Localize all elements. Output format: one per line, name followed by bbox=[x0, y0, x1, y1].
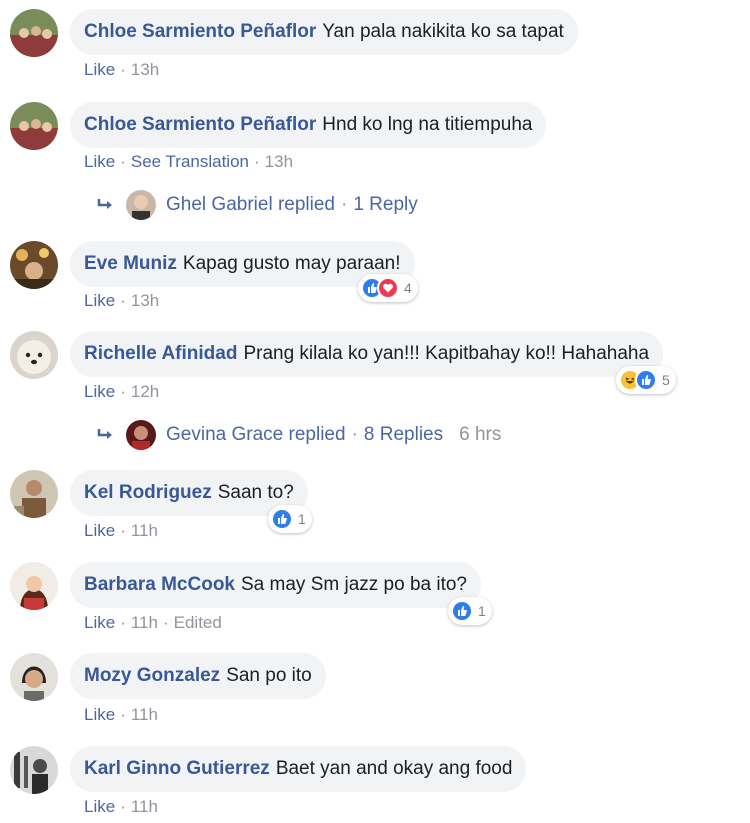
like-icon bbox=[271, 508, 293, 530]
avatar[interactable] bbox=[10, 9, 58, 57]
reply-time: 6 hrs bbox=[459, 424, 502, 445]
like-icon bbox=[451, 600, 473, 622]
reply-author[interactable]: Ghel Gabriel bbox=[166, 194, 273, 216]
like-link[interactable]: Like bbox=[84, 60, 115, 79]
like-link[interactable]: Like bbox=[84, 521, 115, 540]
reaction-count: 1 bbox=[298, 511, 306, 527]
like-link[interactable]: Like bbox=[84, 152, 115, 171]
comment-author[interactable]: Richelle Afinidad bbox=[84, 343, 237, 365]
comment-actions: Like · 13h bbox=[84, 60, 160, 79]
comment-author[interactable]: Mozy Gonzalez bbox=[84, 665, 220, 687]
edited-label[interactable]: Edited bbox=[174, 613, 222, 632]
comment-time[interactable]: 11h bbox=[131, 797, 158, 816]
avatar[interactable] bbox=[10, 241, 58, 289]
comment-time[interactable]: 12h bbox=[131, 382, 159, 401]
comment-author[interactable]: Eve Muniz bbox=[84, 253, 177, 275]
comment-text: Prang kilala ko yan!!! Kapitbahay ko!! H… bbox=[243, 343, 650, 364]
reply-arrow-icon bbox=[97, 199, 112, 209]
comment-text: Hnd ko lng na titiempuha bbox=[322, 114, 533, 135]
comment-author[interactable]: Kel Rodriguez bbox=[84, 482, 212, 504]
avatar[interactable] bbox=[10, 331, 58, 379]
like-icon bbox=[635, 369, 657, 391]
see-translation-link[interactable]: See Translation bbox=[131, 152, 249, 171]
comment-bubble: Chloe Sarmiento Peñaflor Yan pala nakiki… bbox=[70, 9, 578, 55]
like-link[interactable]: Like bbox=[84, 705, 115, 724]
comment-bubble: Mozy Gonzalez San po ito bbox=[70, 653, 326, 699]
comment-time[interactable]: 11h bbox=[131, 521, 158, 540]
like-link[interactable]: Like bbox=[84, 797, 115, 816]
reply-summary[interactable]: Ghel Gabriel replied · 1 Reply bbox=[96, 188, 418, 222]
reaction-count: 1 bbox=[478, 603, 486, 619]
comment-author[interactable]: Barbara McCook bbox=[84, 574, 235, 596]
reply-count[interactable]: 1 Reply bbox=[353, 194, 417, 216]
avatar[interactable] bbox=[10, 562, 58, 610]
avatar[interactable] bbox=[10, 102, 58, 150]
avatar bbox=[126, 420, 156, 450]
reaction-count: 5 bbox=[662, 372, 670, 388]
comment-text: Kapag gusto may paraan! bbox=[182, 253, 401, 274]
comment-time[interactable]: 13h bbox=[131, 291, 159, 310]
comment-time[interactable]: 11h bbox=[131, 705, 158, 724]
comment-text: Sa may Sm jazz po ba ito? bbox=[241, 574, 467, 595]
comment-actions: Like · 12h bbox=[84, 382, 160, 401]
reply-summary[interactable]: Gevina Grace replied · 8 Replies 6 hrs bbox=[96, 418, 501, 452]
comment-bubble: Karl Ginno Gutierrez Baet yan and okay a… bbox=[70, 746, 527, 792]
comment-text: Saan to? bbox=[217, 482, 294, 503]
reaction-badge[interactable]: 1 bbox=[268, 505, 312, 533]
comment-author[interactable]: Chloe Sarmiento Peñaflor bbox=[84, 114, 316, 136]
reaction-badge[interactable]: 1 bbox=[448, 597, 492, 625]
comment-actions: Like · 11h bbox=[84, 521, 158, 540]
avatar[interactable] bbox=[10, 653, 58, 701]
comment-actions: Like · 11h bbox=[84, 705, 158, 724]
comment-text: Yan pala nakikita ko sa tapat bbox=[322, 21, 564, 42]
reply-count[interactable]: 8 Replies bbox=[364, 424, 443, 446]
like-link[interactable]: Like bbox=[84, 382, 115, 401]
reply-label: replied bbox=[277, 194, 335, 215]
comment-author[interactable]: Karl Ginno Gutierrez bbox=[84, 758, 270, 780]
like-link[interactable]: Like bbox=[84, 291, 115, 310]
reply-author[interactable]: Gevina Grace bbox=[166, 424, 283, 446]
comment-text: San po ito bbox=[226, 665, 312, 686]
comment-bubble: Chloe Sarmiento Peñaflor Hnd ko lng na t… bbox=[70, 102, 547, 148]
avatar bbox=[126, 190, 156, 220]
comment-actions: Like · See Translation · 13h bbox=[84, 152, 294, 171]
comment-text: Baet yan and okay ang food bbox=[275, 758, 513, 779]
comment-time[interactable]: 11h bbox=[131, 613, 158, 632]
comment-bubble: Richelle Afinidad Prang kilala ko yan!!!… bbox=[70, 331, 664, 377]
love-icon bbox=[377, 277, 399, 299]
comment-actions: Like · 11h bbox=[84, 797, 158, 816]
reaction-badge[interactable]: 4 bbox=[358, 274, 418, 302]
comment-time[interactable]: 13h bbox=[131, 60, 159, 79]
reaction-count: 4 bbox=[404, 280, 412, 296]
comment-time[interactable]: 13h bbox=[265, 152, 293, 171]
reply-arrow-icon bbox=[97, 429, 112, 439]
avatar[interactable] bbox=[10, 746, 58, 794]
comment-actions: Like · 11h · Edited bbox=[84, 613, 222, 632]
comment-bubble: Barbara McCook Sa may Sm jazz po ba ito? bbox=[70, 562, 481, 608]
avatar[interactable] bbox=[10, 470, 58, 518]
reply-label: replied bbox=[288, 424, 346, 445]
comment-actions: Like · 13h bbox=[84, 291, 160, 310]
comment-author[interactable]: Chloe Sarmiento Peñaflor bbox=[84, 21, 316, 43]
reaction-badge[interactable]: 5 bbox=[616, 366, 676, 394]
like-link[interactable]: Like bbox=[84, 613, 115, 632]
